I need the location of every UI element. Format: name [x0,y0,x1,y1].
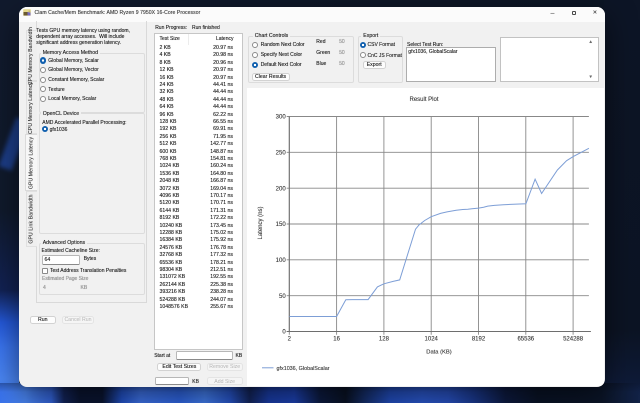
svg-text:250: 250 [276,150,287,156]
svg-text:300: 300 [276,114,287,120]
svg-text:Result Plot: Result Plot [409,97,438,103]
svg-text:128: 128 [379,336,390,342]
svg-text:16: 16 [333,336,340,342]
svg-text:150: 150 [276,222,287,228]
svg-text:50: 50 [279,293,286,299]
svg-text:524288: 524288 [563,336,584,342]
svg-text:Data (KB): Data (KB) [426,349,452,355]
svg-text:Latency (ns): Latency (ns) [258,206,264,239]
svg-text:65536: 65536 [517,336,534,342]
svg-text:gfx1036, GlobalScalar: gfx1036, GlobalScalar [277,366,330,372]
svg-text:200: 200 [276,186,287,192]
svg-text:1024: 1024 [425,336,439,342]
svg-text:100: 100 [276,257,287,263]
svg-text:8192: 8192 [472,336,486,342]
